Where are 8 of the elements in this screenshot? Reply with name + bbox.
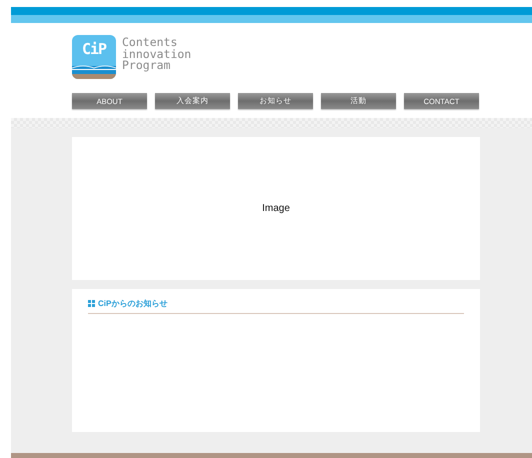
news-title: CiPからのお知らせ (98, 298, 168, 309)
logo-text: Contents (122, 37, 178, 48)
grid-icon (88, 300, 95, 307)
logo-text: Program (122, 60, 170, 72)
logo-text: innovation (122, 48, 192, 60)
logo-mark-text: CiP (80, 39, 108, 58)
bridge-icon (72, 63, 116, 79)
image-label: Image (262, 203, 290, 214)
